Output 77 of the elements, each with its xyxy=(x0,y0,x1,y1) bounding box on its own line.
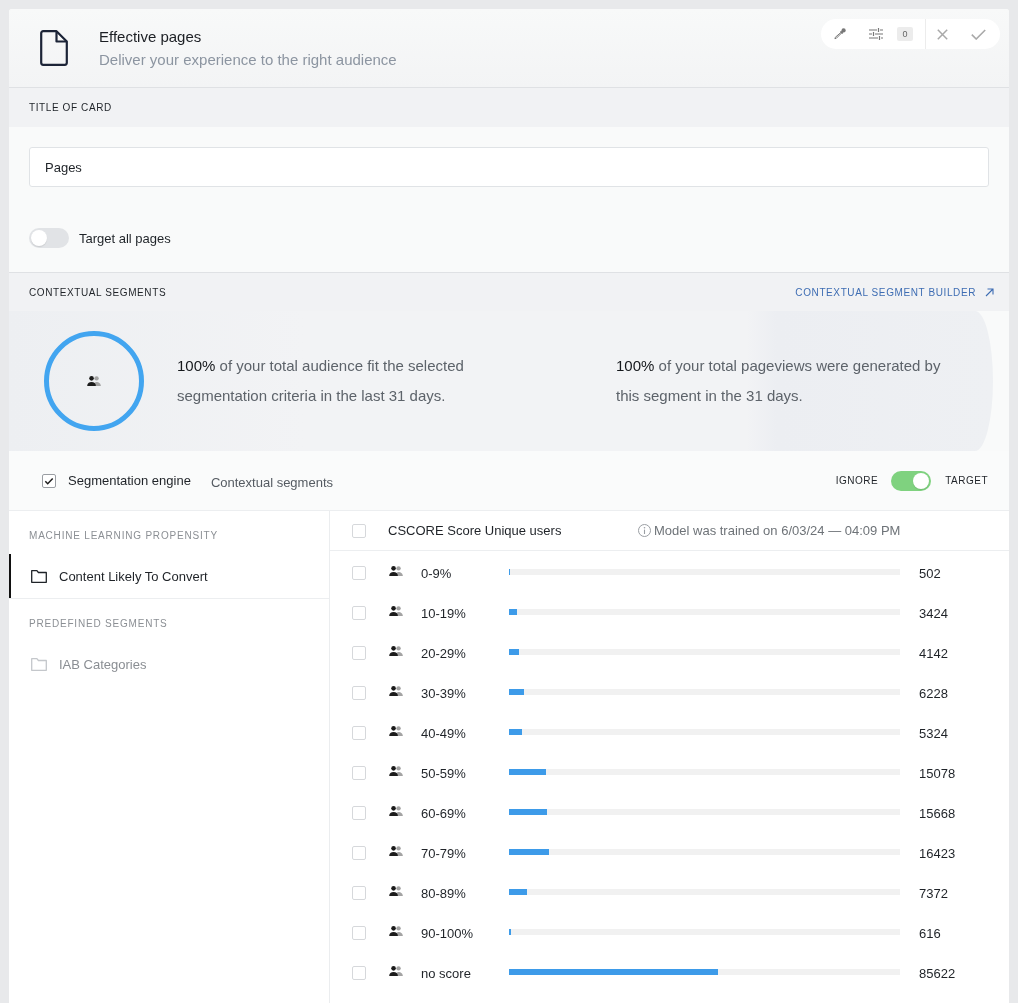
section-title: CONTEXTUAL SEGMENTS xyxy=(29,286,167,298)
checkbox[interactable] xyxy=(352,686,366,700)
segment-type-label: Contextual segments xyxy=(210,475,333,490)
checkbox[interactable] xyxy=(352,846,366,860)
column-header: CSCORE Score Unique users xyxy=(388,523,563,538)
checkbox[interactable] xyxy=(352,926,366,940)
checkbox[interactable] xyxy=(352,966,366,980)
score-range-label: 40-49% xyxy=(421,725,467,741)
external-link-icon xyxy=(985,287,994,297)
user-count: 7372 xyxy=(919,885,948,901)
score-range-label: 10-19% xyxy=(421,605,467,621)
checkbox[interactable] xyxy=(352,726,366,740)
check-icon[interactable] xyxy=(971,28,986,40)
score-range-label: 90-100% xyxy=(421,925,475,941)
title-input[interactable]: Pages xyxy=(29,147,989,187)
model-trained-note: Model was trained on 6/03/24 — 04:09 PM xyxy=(638,523,901,538)
user-count: 616 xyxy=(919,925,941,941)
close-icon[interactable] xyxy=(937,28,948,40)
score-range-label: no score xyxy=(421,965,472,981)
users-icon xyxy=(389,766,403,776)
sidebar-heading: MACHINE LEARNING PROPENSITY xyxy=(28,530,219,542)
checkbox[interactable] xyxy=(352,806,366,820)
toggle-label: Target all pages xyxy=(79,230,171,246)
users-icon xyxy=(389,726,403,736)
section-title: TITLE OF CARD xyxy=(29,102,112,113)
score-range-label: 80-89% xyxy=(421,885,467,901)
user-count: 16423 xyxy=(919,845,956,861)
toggle-option-label: TARGET xyxy=(945,475,988,486)
sidebar-item[interactable]: Content Likely To Convert xyxy=(9,554,329,598)
score-range-label: 50-59% xyxy=(421,765,467,781)
eyedropper-icon[interactable] xyxy=(834,28,846,40)
users-icon xyxy=(389,846,403,856)
score-range-label: 20-29% xyxy=(421,645,467,661)
user-count: 85622 xyxy=(919,965,956,981)
count-badge: 0 xyxy=(897,27,913,41)
card-subtitle: Deliver your experience to the right audience xyxy=(99,50,397,70)
user-count: 6228 xyxy=(919,685,948,701)
user-count: 15668 xyxy=(919,805,956,821)
checkbox[interactable] xyxy=(352,606,366,620)
users-icon xyxy=(87,376,101,386)
users-icon xyxy=(389,646,403,656)
folder-icon xyxy=(31,569,47,583)
info-icon xyxy=(638,524,651,537)
score-range-label: 60-69% xyxy=(421,805,467,821)
users-icon xyxy=(389,806,403,816)
summary-text: 100% of your total pageviews were generated by this segment in the 31 days. xyxy=(616,356,942,406)
users-icon xyxy=(389,566,403,576)
user-count: 4142 xyxy=(919,645,948,661)
toggle-switch[interactable] xyxy=(29,228,69,248)
users-icon xyxy=(389,606,403,616)
toggle-option-label: IGNORE xyxy=(835,475,879,486)
score-range-label: 70-79% xyxy=(421,845,467,861)
checkbox[interactable] xyxy=(42,473,56,488)
user-count: 3424 xyxy=(919,605,948,621)
score-range-label: 30-39% xyxy=(421,685,467,701)
users-icon xyxy=(389,686,403,696)
card-title: Effective pages xyxy=(99,27,203,47)
summary-text: 100% of your total audience fit the selected segmentation criteria in the last 31 days. xyxy=(177,356,465,406)
checkbox[interactable] xyxy=(352,566,366,580)
sliders-icon[interactable] xyxy=(869,28,883,40)
checkbox[interactable] xyxy=(352,646,366,660)
segment-builder-link[interactable]: CONTEXTUAL SEGMENT BUILDER xyxy=(795,286,994,298)
user-count: 502 xyxy=(919,565,941,581)
users-icon xyxy=(389,886,403,896)
folder-icon xyxy=(31,657,47,671)
users-icon xyxy=(389,926,403,936)
document-icon xyxy=(40,30,68,66)
checkbox[interactable] xyxy=(352,766,366,780)
users-icon xyxy=(389,966,403,976)
user-count: 15078 xyxy=(919,765,956,781)
checkbox[interactable] xyxy=(352,523,366,538)
user-count: 5324 xyxy=(919,725,948,741)
checkbox[interactable] xyxy=(352,886,366,900)
toggle-switch[interactable] xyxy=(891,470,932,491)
sidebar-heading: PREDEFINED SEGMENTS xyxy=(28,618,169,630)
score-range-label: 0-9% xyxy=(421,565,453,581)
checkbox-label: Segmentation engine xyxy=(68,473,191,488)
